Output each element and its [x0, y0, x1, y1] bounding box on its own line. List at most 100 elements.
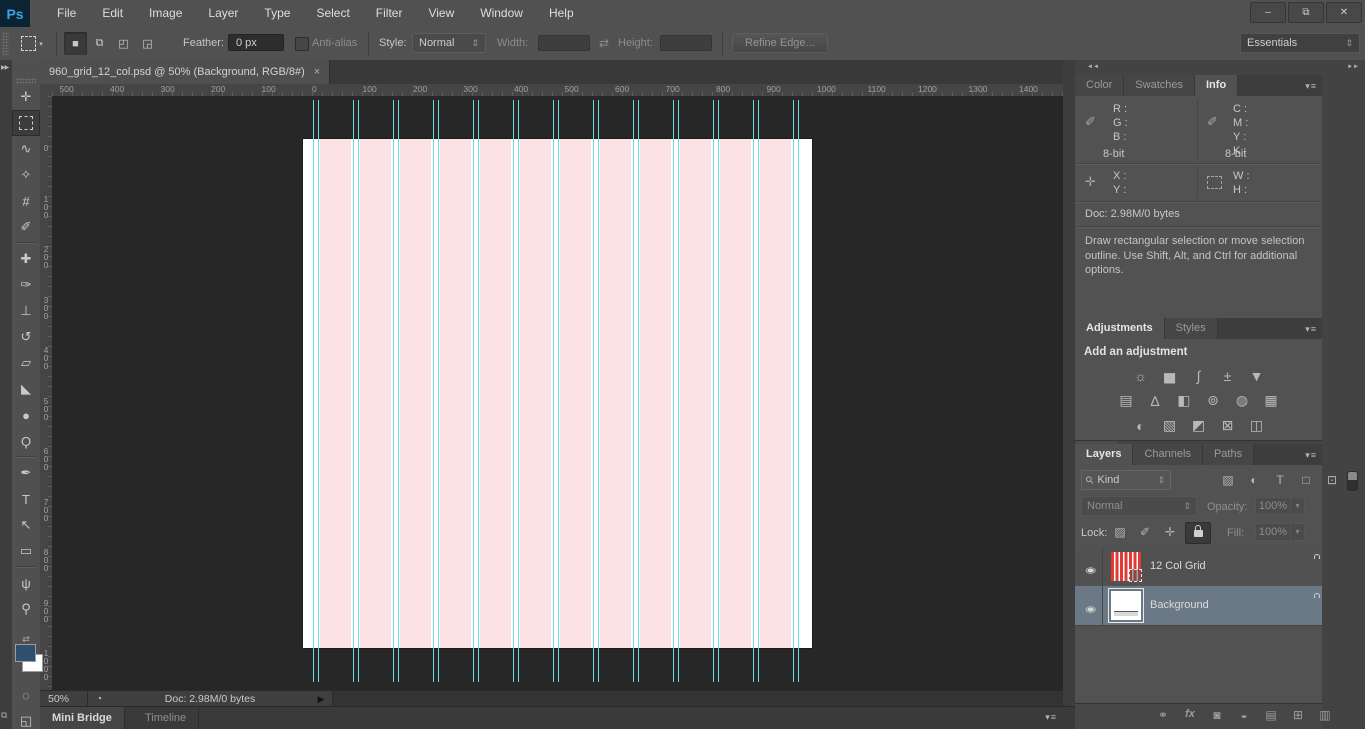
menu-help[interactable]: Help	[536, 0, 587, 27]
guide-line[interactable]	[678, 100, 679, 682]
levels-icon[interactable]: ▅	[1160, 367, 1180, 384]
guide-line[interactable]	[633, 100, 634, 682]
new-group-icon[interactable]: ▤	[1261, 708, 1281, 722]
pen-tool[interactable]: ✒	[12, 460, 40, 486]
quick-mask-button[interactable]: ◌	[12, 682, 40, 708]
hue-saturation-icon[interactable]: ▤	[1116, 392, 1136, 409]
photo-filter-icon[interactable]: ⊚	[1203, 392, 1223, 409]
horizontal-type-tool[interactable]: T	[12, 486, 40, 512]
rgb-eyedropper-icon[interactable]: ✐	[1085, 114, 1096, 130]
tab-layers[interactable]: Layers	[1075, 444, 1134, 465]
panel-menu-icon[interactable]: ▾≡	[1045, 712, 1057, 723]
menu-type[interactable]: Type	[251, 0, 303, 27]
guide-line[interactable]	[758, 100, 759, 682]
guide-line[interactable]	[318, 100, 319, 682]
intersect-selection-button[interactable]: ◲	[136, 32, 159, 55]
filter-adjustment-layers-icon[interactable]: ◐	[1243, 470, 1265, 490]
guide-line[interactable]	[593, 100, 594, 682]
menu-layer[interactable]: Layer	[195, 0, 251, 27]
workspace-dropdown[interactable]: Essentials ⇕	[1240, 33, 1360, 53]
close-tab-icon[interactable]: ×	[314, 66, 320, 78]
threshold-icon[interactable]: ◩	[1189, 417, 1209, 434]
new-adjustment-layer-icon[interactable]: ◒	[1234, 708, 1254, 722]
document-tab[interactable]: 960_grid_12_col.psd @ 50% (Background, R…	[40, 60, 331, 84]
guide-line[interactable]	[598, 100, 599, 682]
move-tool[interactable]: ✛	[12, 84, 40, 110]
add-to-selection-button[interactable]: ⧉	[88, 32, 111, 55]
collapse-icon-strip-icon[interactable]: ◄◄	[1087, 64, 1099, 70]
zoom-level-field[interactable]: 50%	[40, 691, 88, 707]
tab-mini-bridge[interactable]: Mini Bridge	[40, 707, 125, 729]
panel-menu-icon[interactable]: ▾≡	[1305, 450, 1317, 461]
menu-filter[interactable]: Filter	[363, 0, 416, 27]
clone-stamp-tool[interactable]: ⊥	[12, 298, 40, 324]
swap-width-height-icon[interactable]: ⇄	[599, 36, 609, 50]
guide-line[interactable]	[798, 100, 799, 682]
invert-icon[interactable]: ◐	[1131, 417, 1151, 434]
feather-input[interactable]: 0 px	[228, 34, 284, 51]
blend-mode-dropdown[interactable]: Normal ⇕	[1081, 496, 1197, 516]
width-input[interactable]	[538, 35, 590, 51]
eyedropper-tool[interactable]: ✐	[12, 214, 40, 240]
black-white-icon[interactable]: ◧	[1174, 392, 1194, 409]
zoom-tool[interactable]: ⚲	[12, 596, 40, 622]
rectangle-tool[interactable]: ▭	[12, 538, 40, 564]
visibility-eye-icon[interactable]: ◉	[1085, 565, 1096, 575]
layer-filter-toggle[interactable]	[1347, 471, 1358, 491]
lasso-tool[interactable]: ∿	[12, 136, 40, 162]
guide-line[interactable]	[473, 100, 474, 682]
guide-line[interactable]	[753, 100, 754, 682]
history-brush-tool[interactable]: ↺	[12, 324, 40, 350]
opacity-arrow-icon[interactable]: ▼	[1291, 497, 1305, 515]
tool-preset-picker[interactable]: ▾	[14, 31, 50, 56]
menu-image[interactable]: Image	[136, 0, 195, 27]
tab-info[interactable]: Info	[1195, 75, 1239, 96]
brush-tool[interactable]: ✑	[12, 272, 40, 298]
guide-line[interactable]	[398, 100, 399, 682]
filter-type-layers-icon[interactable]: T	[1269, 470, 1291, 490]
menu-file[interactable]: File	[44, 0, 89, 27]
status-flyout-button[interactable]: ▶	[310, 691, 333, 707]
tab-styles[interactable]: Styles	[1164, 318, 1218, 339]
guide-line[interactable]	[553, 100, 554, 682]
tab-adjustments[interactable]: Adjustments	[1075, 318, 1165, 339]
gradient-map-icon[interactable]: ⊠	[1218, 417, 1238, 434]
guide-line[interactable]	[478, 100, 479, 682]
exposure-icon[interactable]: ±	[1218, 367, 1238, 384]
foreground-color-swatch[interactable]	[15, 644, 36, 662]
guide-line[interactable]	[713, 100, 714, 682]
fill-value[interactable]: 100%	[1255, 523, 1291, 541]
color-balance-icon[interactable]: ∆	[1145, 392, 1165, 409]
guide-line[interactable]	[638, 100, 639, 682]
tab-color[interactable]: Color	[1075, 75, 1125, 96]
lock-all-button[interactable]	[1185, 522, 1211, 544]
link-layers-icon[interactable]: ⚭	[1153, 708, 1173, 722]
layer-filter-kind-dropdown[interactable]: ⚲ Kind ⇕	[1081, 470, 1171, 490]
lock-pixels-icon[interactable]: ✐	[1134, 522, 1156, 542]
quick-selection-tool[interactable]: ✧	[12, 162, 40, 188]
refine-edge-button[interactable]: Refine Edge...	[732, 33, 828, 53]
gradient-tool[interactable]: ◣	[12, 376, 40, 402]
crop-tool[interactable]: #	[12, 188, 40, 214]
tab-paths[interactable]: Paths	[1202, 444, 1255, 465]
menu-view[interactable]: View	[415, 0, 467, 27]
guide-line[interactable]	[673, 100, 674, 682]
color-lookup-icon[interactable]: ▦	[1261, 392, 1281, 409]
guide-line[interactable]	[358, 100, 359, 682]
lock-position-icon[interactable]: ✛	[1159, 522, 1181, 542]
options-grip[interactable]	[2, 32, 9, 55]
tab-channels[interactable]: Channels	[1133, 444, 1203, 465]
layer-effects-icon[interactable]: fx	[1180, 708, 1200, 720]
collapse-dock-icon[interactable]: ►►	[1347, 64, 1359, 70]
guide-line[interactable]	[793, 100, 794, 682]
expand-panels-icon[interactable]: ▶▶	[1, 64, 9, 71]
style-dropdown[interactable]: Normal ⇕	[412, 33, 486, 53]
guide-line[interactable]	[433, 100, 434, 682]
filter-pixel-layers-icon[interactable]: ▨	[1217, 470, 1239, 490]
guide-line[interactable]	[718, 100, 719, 682]
panel-menu-icon[interactable]: ▾≡	[1305, 81, 1317, 92]
guide-line[interactable]	[518, 100, 519, 682]
document-size-status[interactable]: Doc: 2.98M/0 bytes	[110, 691, 311, 707]
subtract-from-selection-button[interactable]: ◰	[112, 32, 135, 55]
menu-window[interactable]: Window	[467, 0, 536, 27]
